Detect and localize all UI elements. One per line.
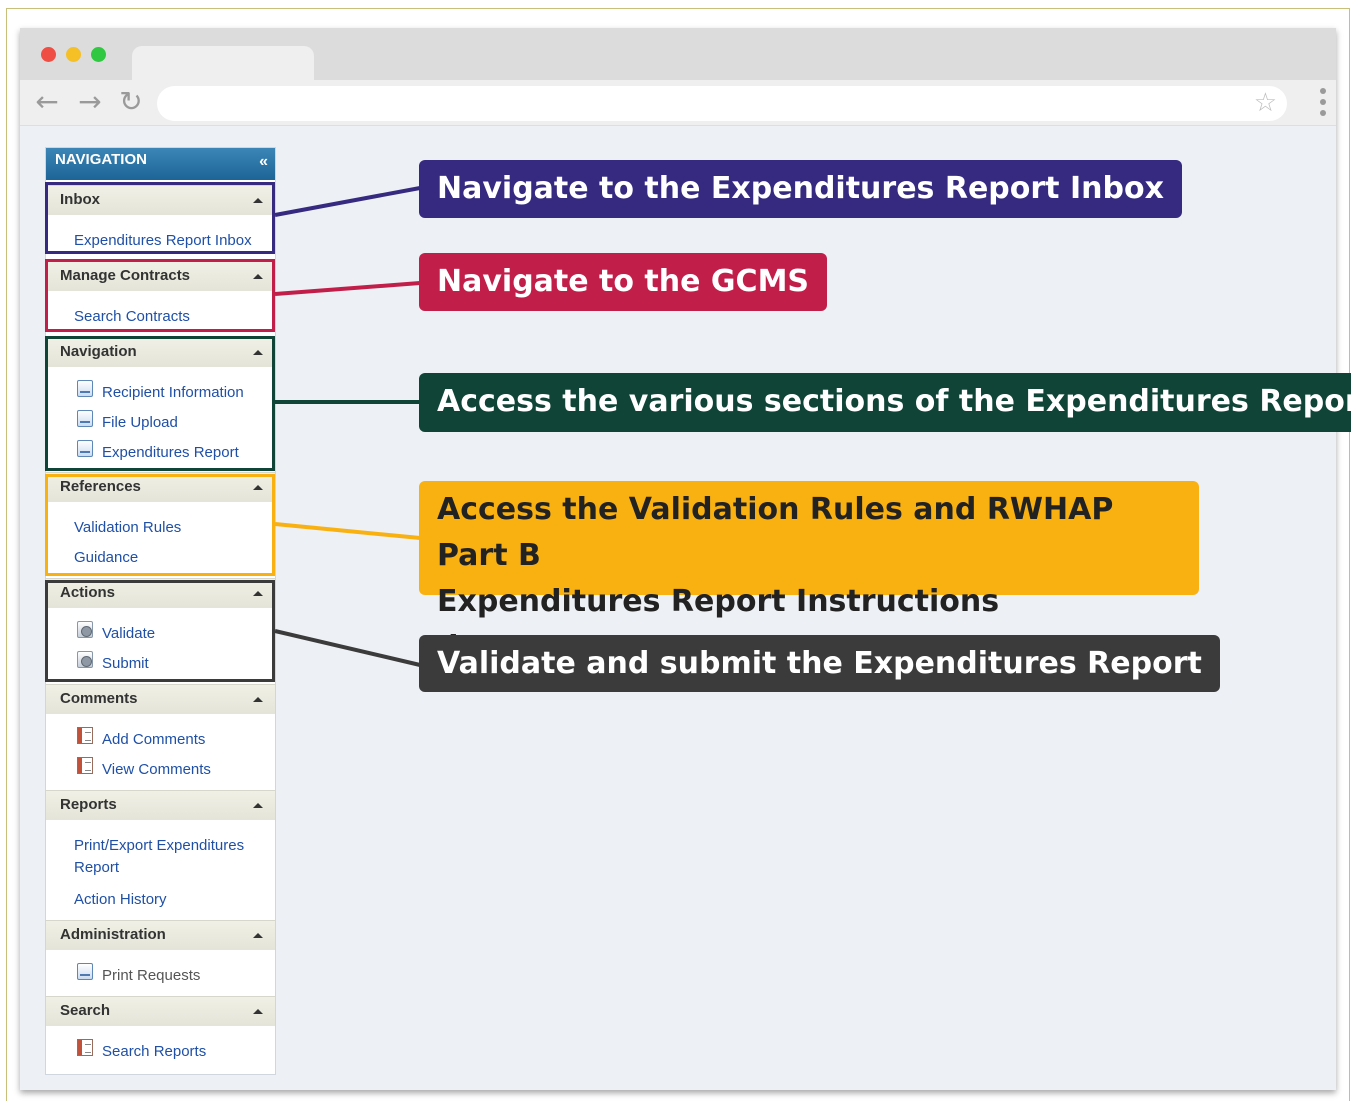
callout-validate-submit: Validate and submit the Expenditures Rep…: [419, 635, 1220, 692]
connector-manage-contracts: [274, 281, 421, 296]
callout-report-sections: Access the various sections of the Expen…: [419, 373, 1351, 432]
connector-references: [274, 522, 421, 540]
callout-references: Access the Validation Rules and RWHAP Pa…: [419, 481, 1199, 665]
connector-actions: [274, 629, 421, 667]
callout-inbox: Navigate to the Expenditures Report Inbo…: [419, 160, 1182, 218]
callout-gcms: Navigate to the GCMS: [419, 253, 828, 311]
connector-inbox: [274, 186, 421, 217]
callout-line: Access the Validation Rules and RWHAP Pa…: [437, 492, 1114, 573]
